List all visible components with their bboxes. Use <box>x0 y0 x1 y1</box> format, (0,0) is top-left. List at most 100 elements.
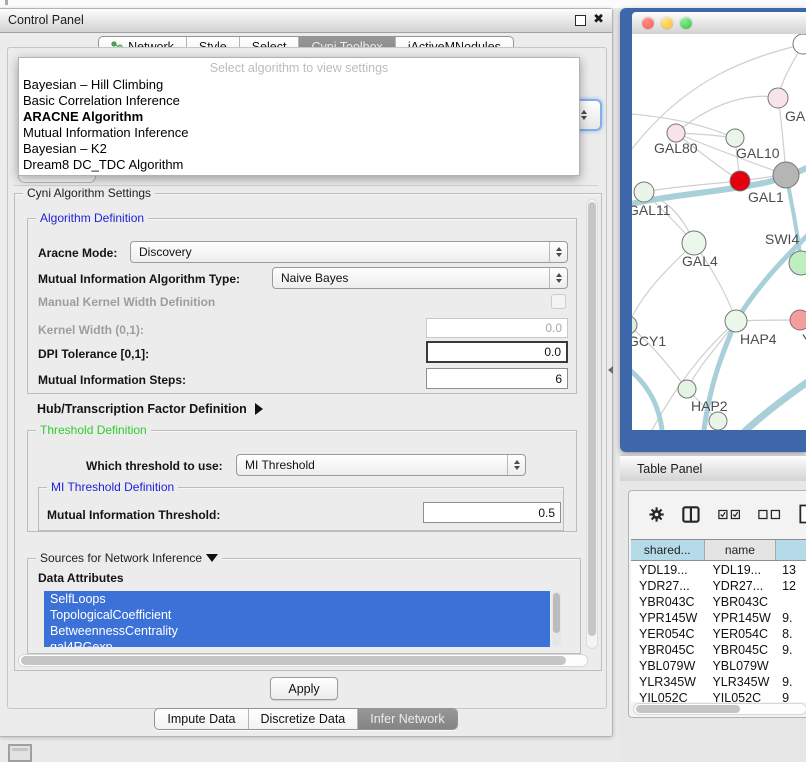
dropdown-item[interactable]: Basic Correlation Inference <box>19 93 579 109</box>
zoom-window-icon[interactable] <box>680 17 692 29</box>
column-header-name[interactable]: name <box>705 540 777 560</box>
table-hscrollbar[interactable] <box>633 703 806 715</box>
table-row[interactable]: YLR345WYLR345W9. <box>631 675 806 691</box>
table-row[interactable]: YDR27...YDR27...12 <box>631 579 806 595</box>
kernel-width-label: Kernel Width (0,1): <box>38 323 144 337</box>
table-row[interactable]: YIL052CYIL052C9 <box>631 691 806 702</box>
network-node[interactable] <box>634 182 654 202</box>
float-panel-icon[interactable] <box>575 15 586 26</box>
top-strip <box>0 0 806 8</box>
combo-stepper-icon <box>507 455 525 475</box>
network-node-label: Y <box>802 331 806 347</box>
dropdown-item-selected[interactable]: ARACNE Algorithm <box>19 109 579 125</box>
table-row[interactable]: YBR043CYBR043C <box>631 595 806 611</box>
settings-hscrollbar[interactable] <box>18 654 588 667</box>
which-threshold-label: Which threshold to use: <box>86 459 223 473</box>
hidden-groupbox-line <box>14 185 598 186</box>
mi-type-value: Naive Bayes <box>273 271 549 285</box>
mi-type-combobox[interactable]: Naive Bayes <box>272 267 568 289</box>
algorithm-dropdown-popup: Select algorithm to view settings Bayesi… <box>18 57 580 176</box>
columns-icon[interactable] <box>682 505 700 524</box>
mi-threshold-label: Mutual Information Threshold: <box>47 508 220 522</box>
table-panel-titlebar: Table Panel <box>620 455 806 483</box>
combo-stepper-icon <box>549 242 567 262</box>
dpi-tolerance-label: DPI Tolerance [0,1]: <box>38 347 149 361</box>
table-toolbar <box>629 491 806 537</box>
network-canvas[interactable]: GAL GAL80 GAL10 GAL1 GAL11 SWI4 GAL4 GCY… <box>632 34 806 430</box>
tab-impute-data[interactable]: Impute Data <box>155 709 247 729</box>
list-item[interactable]: BetweennessCentrality <box>44 623 550 639</box>
network-node-label: GAL4 <box>682 253 718 269</box>
algorithm-definition-group: Algorithm Definition Aracne Mode: Discov… <box>27 218 577 394</box>
list-item[interactable]: TopologicalCoefficient <box>44 607 550 623</box>
control-panel-window: Control Panel ✖ Network Style Select Cyn… <box>0 8 613 737</box>
network-node[interactable] <box>709 412 727 430</box>
table-row[interactable]: YBL079WYBL079W <box>631 659 806 675</box>
gear-icon[interactable] <box>649 506 664 523</box>
column-header-partial[interactable] <box>776 540 806 560</box>
network-node-label: GAL80 <box>654 140 698 156</box>
list-item[interactable]: SelfLoops <box>44 591 550 607</box>
network-node-selected[interactable] <box>730 171 750 191</box>
expand-down-icon <box>206 554 218 562</box>
dropdown-item[interactable]: Bayesian – Hill Climbing <box>19 77 579 93</box>
which-threshold-combobox[interactable]: MI Threshold <box>236 454 526 476</box>
manual-kernel-checkbox[interactable] <box>551 294 566 309</box>
list-item[interactable]: gal4RGexp <box>44 639 550 647</box>
network-node[interactable] <box>768 88 788 108</box>
aracne-mode-label: Aracne Mode: <box>38 246 117 260</box>
list-vscrollbar[interactable] <box>552 591 561 647</box>
aracne-mode-combobox[interactable]: Discovery <box>130 241 568 263</box>
deselect-all-icon[interactable] <box>758 509 780 520</box>
hub-definition-label: Hub/Transcription Factor Definition <box>37 402 247 416</box>
data-attributes-list: SelfLoops TopologicalCoefficient Between… <box>44 591 550 647</box>
top-strip-tick <box>5 0 8 5</box>
stepper-down-icon <box>581 116 587 120</box>
dropdown-item[interactable]: Bayesian – K2 <box>19 141 579 157</box>
table-row[interactable]: YPR145WYPR145W9. <box>631 611 806 627</box>
network-node-label: SWI4 <box>765 231 799 247</box>
close-window-icon[interactable] <box>642 17 654 29</box>
table-rows: YDL19...YDL19...13 YDR27...YDR27...12 YB… <box>631 561 806 702</box>
tab-infer-network[interactable]: Infer Network <box>357 709 456 729</box>
table-row[interactable]: YDL19...YDL19...13 <box>631 563 806 579</box>
sources-group-title[interactable]: Sources for Network Inference <box>36 551 222 565</box>
network-node[interactable] <box>773 162 799 188</box>
select-all-icon[interactable] <box>718 509 740 520</box>
mi-threshold-field[interactable]: 0.5 <box>423 502 561 523</box>
network-node[interactable] <box>790 310 806 330</box>
close-panel-icon[interactable]: ✖ <box>593 11 604 27</box>
mi-type-label: Mutual Information Algorithm Type: <box>38 272 240 286</box>
network-window-titlebar[interactable] <box>632 12 806 35</box>
table-row[interactable]: YER054CYER054C8. <box>631 627 806 643</box>
collapsed-panel-icon[interactable] <box>8 744 32 762</box>
panel-divider-arrow[interactable] <box>608 366 613 374</box>
document-icon[interactable] <box>799 503 806 525</box>
settings-vscrollbar[interactable] <box>586 199 598 649</box>
network-node[interactable] <box>678 380 696 398</box>
hub-definition-toggle[interactable]: Hub/Transcription Factor Definition <box>37 402 263 416</box>
dpi-tolerance-field[interactable]: 0.0 <box>426 341 568 363</box>
control-panel-titlebar: Control Panel ✖ <box>0 9 612 33</box>
dropdown-item[interactable]: Mutual Information Inference <box>19 125 579 141</box>
tab-discretize-data[interactable]: Discretize Data <box>248 709 358 729</box>
mi-steps-label: Mutual Information Steps: <box>38 373 186 387</box>
table-subwindow: shared... name YDL19...YDL19...13 YDR27.… <box>628 490 806 718</box>
dropdown-item[interactable]: Dream8 DC_TDC Algorithm <box>19 157 579 173</box>
network-node[interactable] <box>725 310 747 332</box>
mi-threshold-title: MI Threshold Definition <box>47 480 178 494</box>
which-threshold-value: MI Threshold <box>237 458 507 472</box>
settings-group-title: Cyni Algorithm Settings <box>23 186 155 200</box>
table-panel-title: Table Panel <box>637 462 702 476</box>
algorithm-definition-title: Algorithm Definition <box>36 211 148 225</box>
mi-steps-field[interactable]: 6 <box>426 368 568 389</box>
table-panel-body: shared... name YDL19...YDL19...13 YDR27.… <box>620 481 806 762</box>
apply-button[interactable]: Apply <box>270 677 338 700</box>
network-node[interactable] <box>793 34 806 54</box>
column-header-shared-name[interactable]: shared... <box>631 540 705 560</box>
threshold-definition-group: Threshold Definition Which threshold to … <box>27 430 577 532</box>
table-row[interactable]: YBR045CYBR045C9. <box>631 643 806 659</box>
minimize-window-icon[interactable] <box>661 17 673 29</box>
network-node[interactable] <box>682 231 706 255</box>
network-node-label: GAL <box>785 108 806 124</box>
